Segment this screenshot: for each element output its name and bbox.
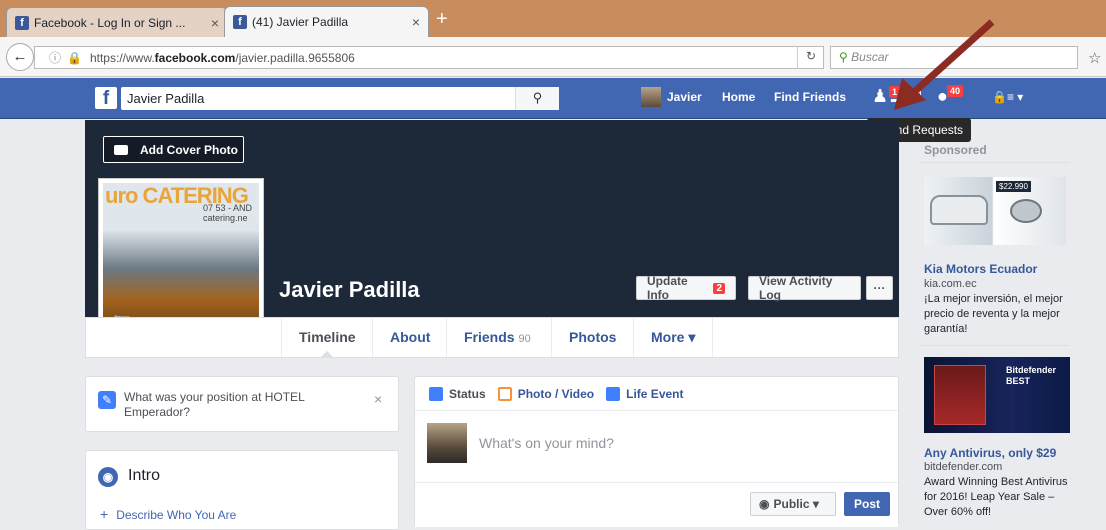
post-button[interactable]: Post — [844, 492, 890, 516]
avatar — [427, 423, 467, 463]
close-tab-icon[interactable]: × — [211, 15, 219, 31]
search-icon[interactable]: ⚲ — [515, 87, 559, 110]
ad-body: ¡La mejor inversión, el mejor precio de … — [924, 293, 1063, 335]
url-domain: facebook.com — [154, 50, 236, 65]
ad-body: Award Winning Best Antivirus for 2016! L… — [924, 476, 1068, 518]
position-prompt-card: ✎ What was your position at HOTEL Empera… — [85, 376, 399, 432]
profile-photo: uro CATERING 07 53 - AND catering.ne 📷 — [103, 183, 259, 339]
divider — [920, 162, 1070, 163]
ad-url[interactable]: bitdefender.com — [924, 461, 1002, 473]
lock-icon: 🔒 — [67, 50, 82, 65]
update-info-button[interactable]: Update Info 2 — [636, 274, 736, 302]
profile-link[interactable]: Javier — [667, 90, 702, 104]
car-image — [930, 195, 988, 225]
ad-url[interactable]: kia.com.ec — [924, 278, 977, 290]
photo-video-tab[interactable]: Photo / Video — [497, 386, 595, 401]
red-arrow-icon — [894, 19, 995, 110]
status-tab[interactable]: Status — [429, 386, 486, 401]
photo-sign-subtext: 07 53 - AND catering.ne — [203, 203, 253, 223]
intro-globe-icon: ◉ — [98, 467, 118, 487]
add-cover-photo-button[interactable]: Add Cover Photo — [103, 136, 244, 163]
profile-name: Javier Padilla — [279, 277, 420, 302]
info-icon[interactable]: ⓘ — [49, 49, 61, 66]
url-path: /javier.padilla.9655806 — [235, 50, 355, 65]
position-prompt-text[interactable]: What was your position at HOTEL Emperado… — [124, 390, 344, 420]
status-label: Status — [449, 386, 486, 401]
browser-tab-facebook-login[interactable]: f Facebook - Log In or Sign ... × — [6, 7, 228, 37]
new-tab-button[interactable]: + — [436, 8, 448, 31]
ad-title[interactable]: Any Antivirus, only $29 — [924, 446, 1056, 460]
tab-about[interactable]: About — [372, 318, 447, 357]
intro-title: Intro — [128, 467, 161, 484]
tab-friends-label: Friends — [464, 329, 515, 345]
url-bar[interactable]: ⓘ 🔒 https://www. facebook.com/javier.padi… — [34, 46, 824, 69]
composer-tabs: Status Photo / Video Life Event — [415, 377, 898, 411]
composer-footer: ◉ Public ▾ Post — [415, 482, 898, 527]
view-activity-log-button[interactable]: View Activity Log — [748, 274, 861, 302]
update-info-badge: 2 — [713, 282, 725, 294]
bitdefender-ad-image[interactable]: Bitdefender BEST — [924, 357, 1070, 433]
add-cover-label: Add Cover Photo — [140, 142, 238, 157]
globe-icon: ◉ — [759, 497, 770, 511]
flag-icon — [606, 386, 621, 401]
pencil-icon: ✎ — [98, 391, 116, 409]
home-link[interactable]: Home — [722, 90, 755, 104]
price-tag: $22.990 — [996, 181, 1031, 192]
more-options-button[interactable]: ··· — [866, 276, 893, 300]
close-tab-icon[interactable]: × — [412, 14, 420, 30]
browser-tab-javier-padilla[interactable]: f (41) Javier Padilla × — [224, 6, 429, 37]
tab-friends[interactable]: Friends 90 — [446, 318, 548, 357]
intro-card: ◉ Intro + Describe Who You Are — [85, 450, 399, 530]
describe-who-you-are-link[interactable]: + Describe Who You Are — [100, 506, 236, 522]
describe-label: Describe Who You Are — [116, 508, 237, 522]
divider — [920, 345, 1070, 346]
sponsored-heading: Sponsored — [924, 143, 987, 157]
plus-icon: + — [100, 506, 109, 522]
tab-more[interactable]: More ▾ — [633, 318, 714, 357]
software-box-image — [934, 365, 986, 425]
camera-icon — [114, 144, 128, 155]
facebook-search-input[interactable]: Javier Padilla ⚲ — [121, 87, 559, 110]
update-info-label: Update Info — [647, 274, 688, 302]
facebook-favicon-icon: f — [233, 15, 247, 29]
privacy-selector[interactable]: ◉ Public ▾ — [750, 492, 836, 516]
tab-photos[interactable]: Photos — [551, 318, 633, 357]
avatar[interactable] — [641, 87, 661, 107]
facebook-logo-icon[interactable]: f — [95, 87, 117, 109]
post-composer: Status Photo / Video Life Event What's o… — [414, 376, 899, 527]
facebook-favicon-icon: f — [15, 15, 29, 30]
search-engine-icon: ⚲ — [839, 50, 848, 64]
close-icon[interactable]: × — [374, 391, 382, 407]
tab-timeline[interactable]: Timeline — [281, 318, 373, 357]
kia-logo-icon — [1010, 199, 1042, 223]
profile-tab-strip: Timeline About Friends 90 Photos More ▾ — [85, 317, 899, 358]
status-input[interactable]: What's on your mind? — [479, 435, 614, 451]
ad-image-text: Bitdefender BEST — [1006, 365, 1057, 386]
find-friends-link[interactable]: Find Friends — [774, 90, 846, 104]
photo-video-label: Photo / Video — [517, 386, 595, 401]
tab-title: Facebook - Log In or Sign ... — [34, 15, 186, 30]
life-event-tab[interactable]: Life Event — [606, 386, 684, 401]
back-icon[interactable]: ← — [6, 43, 34, 71]
friends-count: 90 — [518, 333, 531, 345]
photo-icon — [497, 386, 512, 401]
tab-title: (41) Javier Padilla — [252, 15, 349, 29]
privacy-label: Public ▾ — [773, 497, 819, 511]
search-value: Javier Padilla — [127, 91, 205, 106]
kia-ad-image[interactable]: $22.990 — [924, 177, 1066, 245]
url-prefix: https://www. — [89, 50, 155, 65]
ad-title[interactable]: Kia Motors Ecuador — [924, 262, 1037, 276]
pencil-icon — [429, 386, 443, 401]
life-event-label: Life Event — [626, 386, 684, 401]
reload-icon[interactable]: ↻ — [797, 46, 824, 69]
star-icon[interactable]: ☆ — [1088, 49, 1101, 67]
